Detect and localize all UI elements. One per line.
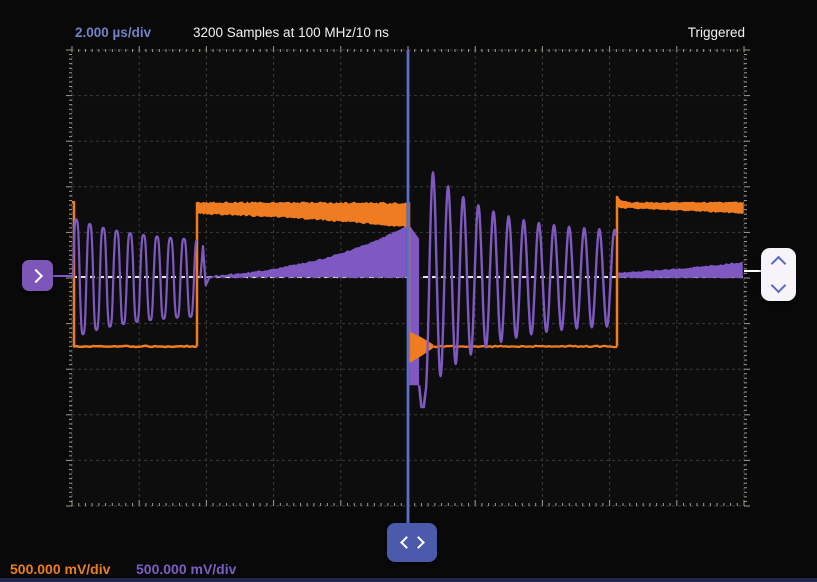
chevron-down-icon (771, 278, 787, 294)
left-ruler (66, 50, 72, 506)
scope-plot (0, 0, 817, 582)
oscilloscope-app: 2.000 µs/div 3200 Samples at 100 MHz/10 … (0, 0, 817, 582)
chevron-up-icon (771, 255, 787, 271)
chevron-left-icon (400, 536, 413, 549)
trigger-level-up-button[interactable] (761, 248, 796, 275)
bottom-edge-strip (0, 578, 817, 582)
trigger-position-handle[interactable] (387, 523, 437, 562)
chevron-right-icon (29, 268, 43, 282)
right-ruler (744, 50, 750, 506)
trigger-level-stepper (761, 248, 796, 301)
chevron-right-icon (412, 536, 425, 549)
ch2-scale-label: 500.000 mV/div (136, 561, 236, 577)
ch2-offset-handle[interactable] (22, 260, 53, 291)
ch1-scale-label: 500.000 mV/div (10, 561, 110, 577)
trigger-level-down-button[interactable] (761, 275, 796, 302)
